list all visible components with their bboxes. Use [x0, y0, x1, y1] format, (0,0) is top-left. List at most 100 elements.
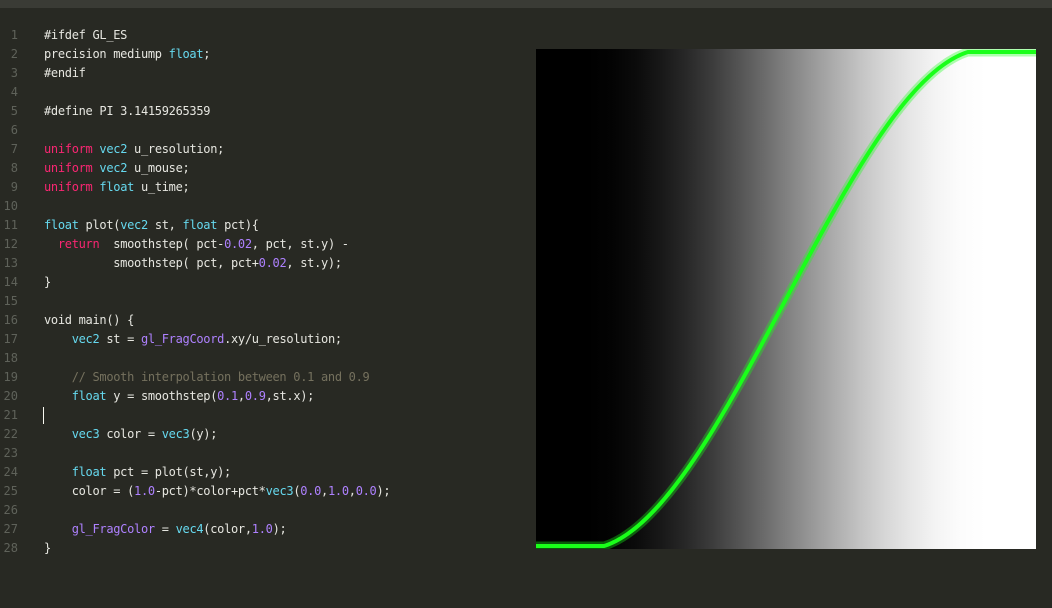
- code-text: }: [44, 539, 51, 558]
- code-text: return smoothstep( pct-0.02, pct, st.y) …: [44, 235, 349, 254]
- code-token: vec3: [161, 427, 190, 441]
- code-line[interactable]: 14}: [0, 273, 520, 292]
- code-token: pct = plot(st,y);: [106, 465, 231, 479]
- code-line[interactable]: 12 return smoothstep( pct-0.02, pct, st.…: [0, 235, 520, 254]
- line-number: 7: [10, 142, 18, 156]
- code-token: .xy/u_resolution;: [224, 332, 342, 346]
- code-line[interactable]: 1 #ifdef GL_ES: [0, 26, 520, 45]
- line-number: 8: [10, 161, 18, 175]
- code-line[interactable]: 2 precision mediump float;: [0, 45, 520, 64]
- code-token: color =: [99, 427, 162, 441]
- code-token: color = (: [44, 484, 135, 498]
- line-number: 4: [10, 85, 18, 99]
- code-line[interactable]: 25 color = (1.0-pct)*color+pct*vec3(0.0,…: [0, 482, 520, 501]
- line-number: 2: [10, 47, 18, 61]
- code-token: float: [168, 47, 204, 61]
- code-line[interactable]: 13 smoothstep( pct, pct+0.02, st.y);: [0, 254, 520, 273]
- code-token: -pct)*color+pct*: [154, 484, 266, 498]
- code-token: uniform: [44, 142, 93, 156]
- code-token: 1.0: [327, 484, 349, 498]
- code-token: vec3: [265, 484, 294, 498]
- code-line[interactable]: 10: [0, 197, 520, 216]
- code-line[interactable]: 18: [0, 349, 520, 368]
- line-number: 14: [3, 275, 18, 289]
- code-token: st =: [99, 332, 141, 346]
- code-token: vec4: [175, 522, 204, 536]
- line-number: 9: [10, 180, 18, 194]
- code-token: #endif: [44, 66, 86, 80]
- line-number: 5: [10, 104, 18, 118]
- code-token: uniform: [44, 161, 93, 175]
- code-token: #ifdef GL_ES: [44, 28, 128, 42]
- code-text: color = (1.0-pct)*color+pct*vec3(0.0,1.0…: [44, 482, 391, 501]
- code-token: }: [44, 275, 51, 289]
- code-token: smoothstep( pct-: [99, 237, 225, 251]
- code-line[interactable]: 7 uniform vec2 u_resolution;: [0, 140, 520, 159]
- code-text: uniform float u_time;: [44, 178, 190, 197]
- code-line[interactable]: 17 vec2 st = gl_FragCoord.xy/u_resolutio…: [0, 330, 520, 349]
- line-number: 13: [3, 256, 18, 270]
- code-token: return: [57, 237, 100, 251]
- code-token: ,: [237, 389, 245, 403]
- code-line[interactable]: 8 uniform vec2 u_mouse;: [0, 159, 520, 178]
- code-text: uniform vec2 u_mouse;: [44, 159, 190, 178]
- code-line[interactable]: 23: [0, 444, 520, 463]
- code-token: =: [154, 522, 176, 536]
- code-text: smoothstep( pct, pct+0.02, st.y);: [44, 254, 342, 273]
- code-token: float: [99, 180, 135, 194]
- code-line[interactable]: 4: [0, 83, 520, 102]
- line-number: 12: [3, 237, 18, 251]
- code-token: gl_FragCoord: [140, 332, 225, 346]
- code-line[interactable]: 11 float plot(vec2 st, float pct){: [0, 216, 520, 235]
- code-line[interactable]: 26: [0, 501, 520, 520]
- line-number: 10: [3, 199, 18, 213]
- code-token: u_mouse;: [127, 161, 190, 175]
- code-line[interactable]: 16 void main() {: [0, 311, 520, 330]
- code-line[interactable]: 19 // Smooth interpolation between 0.1 a…: [0, 368, 520, 387]
- code-token: float: [182, 218, 218, 232]
- code-token: 0.02: [258, 256, 287, 270]
- code-line[interactable]: 20 float y = smoothstep(0.1,0.9,st.x);: [0, 387, 520, 406]
- line-number: 16: [3, 313, 18, 327]
- code-line[interactable]: 5 #define PI 3.14159265359: [0, 102, 520, 121]
- line-number: 1: [10, 28, 18, 42]
- line-number: 28: [3, 541, 18, 555]
- code-token: ,st.x);: [265, 389, 315, 403]
- code-line[interactable]: 9 uniform float u_time;: [0, 178, 520, 197]
- code-token: );: [272, 522, 287, 536]
- line-number: 22: [3, 427, 18, 441]
- code-line[interactable]: 3 #endif: [0, 64, 520, 83]
- code-token: ,: [321, 484, 328, 498]
- code-line[interactable]: 6: [0, 121, 520, 140]
- code-token: u_time;: [134, 180, 190, 194]
- line-number: 18: [3, 351, 18, 365]
- code-token: vec3: [71, 427, 100, 441]
- shader-preview-svg: [536, 49, 1036, 549]
- code-token: float: [44, 218, 79, 232]
- line-number: 19: [3, 370, 18, 384]
- code-line[interactable]: 22 vec3 color = vec3(y);: [0, 425, 520, 444]
- code-line[interactable]: 15: [0, 292, 520, 311]
- code-text: uniform vec2 u_resolution;: [44, 140, 224, 159]
- code-editor[interactable]: 1 #ifdef GL_ES 2 precision mediump float; 3 #…: [0, 26, 520, 566]
- code-text: float y = smoothstep(0.1,0.9,st.x);: [44, 387, 315, 406]
- code-line[interactable]: 24 float pct = plot(st,y);: [0, 463, 520, 482]
- code-token: vec2: [71, 332, 100, 346]
- code-line[interactable]: 27 gl_FragColor = vec4(color,1.0);: [0, 520, 520, 539]
- code-token: 0.9: [244, 389, 266, 403]
- line-number: 15: [3, 294, 18, 308]
- code-token: // Smooth interpolation between 0.1 and …: [44, 370, 370, 384]
- line-number: 21: [3, 408, 18, 422]
- code-token: u_resolution;: [127, 142, 225, 156]
- code-token: pct){: [217, 218, 259, 232]
- code-line[interactable]: 21: [0, 406, 520, 425]
- code-text: gl_FragColor = vec4(color,1.0);: [44, 520, 287, 539]
- code-line[interactable]: 28}: [0, 539, 520, 558]
- line-number: 11: [3, 218, 18, 232]
- code-text: precision mediump float;: [44, 45, 211, 64]
- code-token: vec2: [99, 142, 128, 156]
